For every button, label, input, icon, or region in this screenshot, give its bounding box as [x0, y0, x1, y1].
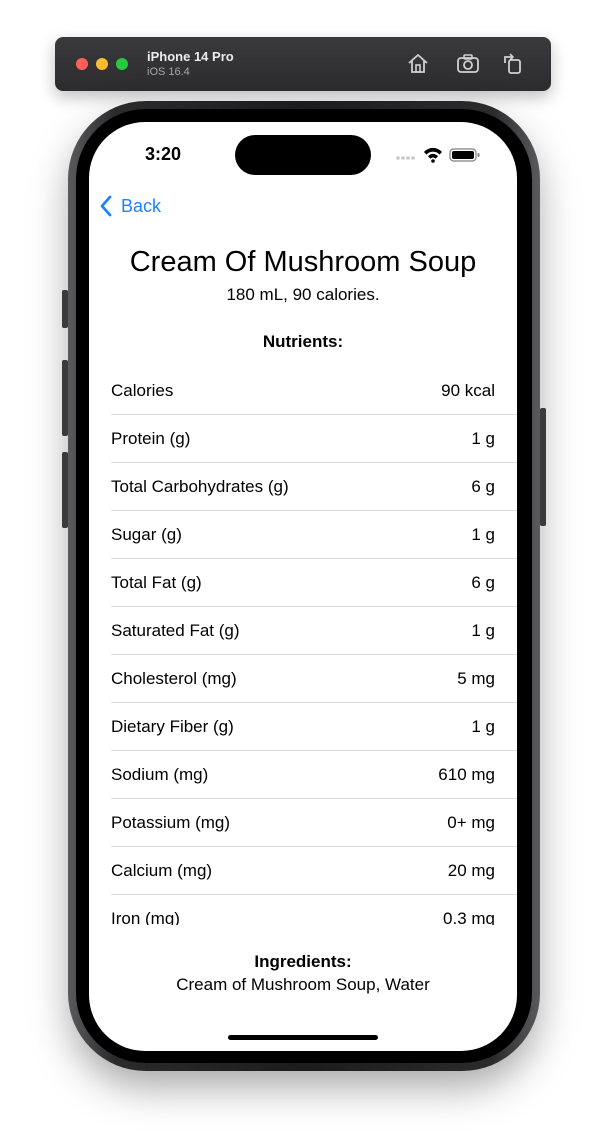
- nutrient-value: 20 mg: [447, 860, 495, 880]
- chevron-left-icon: [100, 195, 112, 217]
- nutrient-value: 6 g: [471, 476, 495, 496]
- nutrient-label: Potassium (mg): [111, 812, 231, 832]
- nutrient-row-sugar: Sugar (g) 1 g: [111, 511, 517, 559]
- nutrient-value: 90 kcal: [441, 380, 495, 400]
- status-time: 3:20: [145, 144, 182, 164]
- nutrient-value: 1 g: [471, 524, 495, 544]
- screenshot-icon: [457, 54, 479, 73]
- nutrient-row-potassium: Potassium (mg) 0+ mg: [111, 799, 517, 847]
- rotate-button[interactable]: [500, 51, 526, 77]
- simulator-title-bar: iPhone 14 Pro iOS 16.4: [55, 37, 551, 91]
- nutrient-row-calcium: Calcium (mg) 20 mg: [111, 847, 517, 895]
- nutrient-value: 0+ mg: [447, 812, 495, 832]
- nutrient-label: Sodium (mg): [111, 764, 209, 784]
- status-icons: [396, 147, 480, 163]
- nutrient-row-iron: Iron (mg) 0.3 mg: [111, 895, 517, 926]
- battery-icon: [449, 148, 480, 162]
- nutrient-value: 5 mg: [457, 668, 495, 688]
- home-icon: [408, 54, 428, 73]
- back-button[interactable]: Back: [99, 194, 161, 218]
- minimize-window-button[interactable]: [96, 58, 108, 70]
- nutrients-list[interactable]: Calories 90 kcal Protein (g) 1 g Total C…: [111, 367, 517, 925]
- nutrient-label: Cholesterol (mg): [111, 668, 237, 688]
- nutrient-value: 1 g: [471, 428, 495, 448]
- simulator-device-name: iPhone 14 Pro: [147, 49, 234, 64]
- nutrient-row-protein: Protein (g) 1 g: [111, 415, 517, 463]
- nutrient-row-saturated-fat: Saturated Fat (g) 1 g: [111, 607, 517, 655]
- nutrient-label: Calories: [111, 380, 174, 400]
- nutrient-label: Dietary Fiber (g): [111, 716, 234, 736]
- dynamic-island: [235, 135, 371, 175]
- nutrient-label: Saturated Fat (g): [111, 620, 240, 640]
- nutrient-row-sodium: Sodium (mg) 610 mg: [111, 751, 517, 799]
- ingredients-text: Cream of Mushroom Soup, Water: [176, 975, 430, 994]
- volume-up-button: [62, 360, 68, 436]
- phone-screen: 3:20 Back Cream Of Mushroom Soup 180 mL,…: [89, 122, 517, 1051]
- ingredients-heading: Ingredients:: [254, 952, 352, 971]
- wifi-icon: [424, 147, 442, 163]
- nutrient-value: 610 mg: [438, 764, 495, 784]
- home-button[interactable]: [405, 51, 431, 77]
- nutrient-row-carbohydrates: Total Carbohydrates (g) 6 g: [111, 463, 517, 511]
- nutrient-label: Iron (mg): [111, 908, 180, 926]
- nutrient-value: 1 g: [471, 716, 495, 736]
- nutrient-value: 1 g: [471, 620, 495, 640]
- nutrient-value: 6 g: [471, 572, 495, 592]
- screenshot-button[interactable]: [455, 51, 481, 77]
- nutrient-label: Calcium (mg): [111, 860, 213, 880]
- nutrients-heading: Nutrients:: [262, 332, 344, 351]
- back-label: Back: [121, 195, 162, 216]
- rotate-icon: [504, 53, 521, 74]
- volume-down-button: [62, 452, 68, 528]
- nutrient-label: Protein (g): [111, 428, 191, 448]
- signal-icon: [396, 156, 415, 160]
- food-title: Cream Of Mushroom Soup: [129, 246, 477, 278]
- action-button: [62, 290, 68, 328]
- zoom-window-button[interactable]: [116, 58, 128, 70]
- nutrient-label: Total Carbohydrates (g): [111, 476, 289, 496]
- home-indicator[interactable]: [228, 1035, 378, 1040]
- nutrient-row-cholesterol: Cholesterol (mg) 5 mg: [111, 655, 517, 703]
- nutrient-row-total-fat: Total Fat (g) 6 g: [111, 559, 517, 607]
- simulator-os-version: iOS 16.4: [147, 66, 190, 78]
- close-window-button[interactable]: [76, 58, 88, 70]
- power-button: [540, 408, 546, 526]
- nutrient-label: Sugar (g): [111, 524, 182, 544]
- simulator-stage: iPhone 14 Pro iOS 16.4 3:20 Back Cream O…: [0, 0, 606, 1147]
- nutrient-row-calories: Calories 90 kcal: [111, 367, 517, 415]
- nutrient-row-dietary-fiber: Dietary Fiber (g) 1 g: [111, 703, 517, 751]
- nutrient-value: 0.3 mg: [443, 908, 495, 926]
- nutrient-label: Total Fat (g): [111, 572, 202, 592]
- food-subtitle: 180 mL, 90 calories.: [226, 285, 380, 304]
